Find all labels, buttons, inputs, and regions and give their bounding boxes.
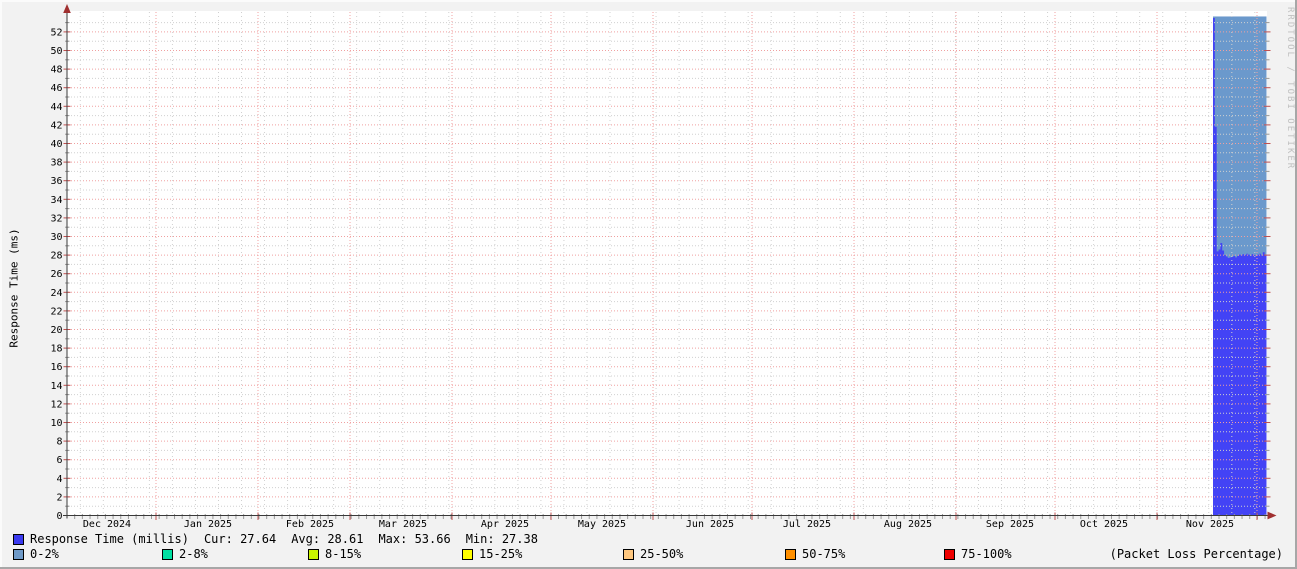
y-tick-label: 18 bbox=[50, 344, 62, 355]
x-tick-label: Dec 2024 bbox=[83, 519, 131, 530]
y-tick-label: 12 bbox=[50, 399, 62, 410]
y-tick-label: 0 bbox=[56, 511, 62, 522]
x-tick-label: Jul 2025 bbox=[783, 519, 831, 530]
y-tick-label: 30 bbox=[50, 232, 62, 243]
response-time-label: Response Time (millis) bbox=[30, 532, 189, 546]
loss-legend-item-15-25-: 15-25% bbox=[462, 547, 522, 561]
stat-max: Max: 53.66 bbox=[378, 532, 450, 546]
y-tick-label: 22 bbox=[50, 306, 62, 317]
loss-label: 50-75% bbox=[802, 547, 845, 561]
y-tick-label: 40 bbox=[50, 139, 62, 150]
y-tick-label: 20 bbox=[50, 325, 62, 336]
x-tick-label: Aug 2025 bbox=[884, 519, 932, 530]
y-tick-label: 16 bbox=[50, 362, 62, 373]
y-tick-label: 14 bbox=[50, 381, 62, 392]
y-tick-label: 4 bbox=[56, 474, 62, 485]
x-tick-label: Jan 2025 bbox=[184, 519, 232, 530]
plot-area: 0246810121416182022242628303234363840424… bbox=[0, 0, 1297, 569]
y-tick-label: 6 bbox=[56, 455, 62, 466]
loss-swatch bbox=[13, 549, 24, 560]
y-tick-label: 50 bbox=[50, 46, 62, 57]
x-tick-label: Feb 2025 bbox=[286, 519, 334, 530]
y-tick-label: 38 bbox=[50, 158, 62, 169]
y-tick-label: 48 bbox=[50, 65, 62, 76]
y-tick-label: 32 bbox=[50, 213, 62, 224]
loss-swatch bbox=[462, 549, 473, 560]
loss-swatch bbox=[623, 549, 634, 560]
y-tick-label: 46 bbox=[50, 83, 62, 94]
loss-swatch bbox=[944, 549, 955, 560]
rrdtool-graph: Response Time (ms) 024681012141618202224… bbox=[0, 0, 1297, 569]
loss-legend-item-0-2-: 0-2% bbox=[13, 547, 59, 561]
loss-swatch bbox=[162, 549, 173, 560]
y-tick-label: 28 bbox=[50, 251, 62, 262]
y-tick-label: 24 bbox=[50, 288, 62, 299]
loss-label: 25-50% bbox=[640, 547, 683, 561]
y-tick-label: 26 bbox=[50, 269, 62, 280]
loss-label: 75-100% bbox=[961, 547, 1012, 561]
loss-label: 8-15% bbox=[325, 547, 361, 561]
y-tick-label: 44 bbox=[50, 102, 62, 113]
loss-label: 2-8% bbox=[179, 547, 208, 561]
x-tick-label: Sep 2025 bbox=[986, 519, 1034, 530]
y-tick-label: 8 bbox=[56, 437, 62, 448]
y-tick-label: 10 bbox=[50, 418, 62, 429]
y-tick-label: 2 bbox=[56, 492, 62, 503]
x-tick-label: Oct 2025 bbox=[1080, 519, 1128, 530]
x-tick-label: May 2025 bbox=[578, 519, 626, 530]
loss-swatch bbox=[308, 549, 319, 560]
loss-legend-item-2-8-: 2-8% bbox=[162, 547, 208, 561]
y-tick-label: 34 bbox=[50, 195, 62, 206]
stat-avg: Avg: 28.61 bbox=[291, 532, 363, 546]
loss-legend-item-75-100-: 75-100% bbox=[944, 547, 1012, 561]
x-tick-label: Mar 2025 bbox=[379, 519, 427, 530]
loss-legend-item-25-50-: 25-50% bbox=[623, 547, 683, 561]
packet-loss-legend: (Packet Loss Percentage) 0-2% 2-8% 8-15% 15… bbox=[0, 547, 1297, 562]
loss-label: 0-2% bbox=[30, 547, 59, 561]
response-time-swatch bbox=[13, 534, 24, 545]
stat-min: Min: 27.38 bbox=[466, 532, 538, 546]
x-tick-label: Apr 2025 bbox=[481, 519, 529, 530]
response-time-legend: Response Time (millis) Cur: 27.64 Avg: 2… bbox=[13, 532, 538, 546]
y-tick-label: 52 bbox=[50, 27, 62, 38]
y-tick-label: 42 bbox=[50, 120, 62, 131]
y-tick-label: 36 bbox=[50, 176, 62, 187]
x-tick-label: Jun 2025 bbox=[686, 519, 734, 530]
x-tick-label: Nov 2025 bbox=[1186, 519, 1234, 530]
loss-label: 15-25% bbox=[479, 547, 522, 561]
loss-swatch bbox=[785, 549, 796, 560]
packet-loss-note: (Packet Loss Percentage) bbox=[1110, 547, 1283, 561]
stat-cur: Cur: 27.64 bbox=[204, 532, 276, 546]
loss-legend-item-50-75-: 50-75% bbox=[785, 547, 845, 561]
rrdtool-watermark: RRDTOOL / TOBI OETIKER bbox=[1285, 7, 1295, 170]
loss-legend-item-8-15-: 8-15% bbox=[308, 547, 361, 561]
